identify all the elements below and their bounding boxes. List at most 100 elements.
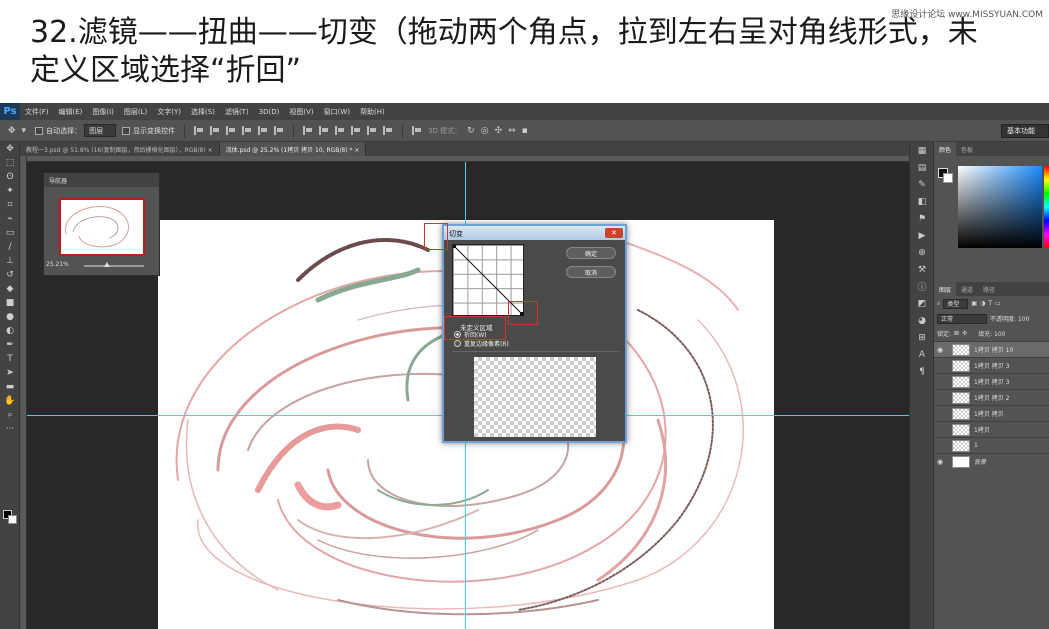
more-tools-icon[interactable]: ··· (0, 422, 20, 436)
3d-scale-icon[interactable]: ▪ (522, 126, 528, 136)
layer-row[interactable]: 1拷贝 拷贝 3 (934, 373, 1049, 389)
menu-help[interactable]: 帮助(H) (355, 107, 390, 117)
distribute-bottom-icon[interactable] (335, 126, 345, 135)
crop-tool-icon[interactable]: ⌗ (0, 198, 20, 212)
filter-shape-icon[interactable]: ▭ (995, 300, 1001, 307)
tab-channels[interactable]: 通道 (956, 282, 978, 296)
eye-icon[interactable]: ◉ (934, 458, 946, 466)
ruler-vertical[interactable] (21, 156, 27, 629)
navigator-icon[interactable]: ⊞ (910, 329, 934, 346)
layer-name[interactable]: 1拷贝 拷贝 (974, 409, 1004, 418)
align-right-icon[interactable] (274, 126, 284, 135)
shear-dialog-title[interactable]: 切变 (444, 226, 625, 240)
path-select-icon[interactable]: ➤ (0, 366, 20, 380)
background-color-swatch[interactable] (8, 515, 17, 524)
blur-tool-icon[interactable]: ● (0, 310, 20, 324)
zoom-tool-icon[interactable]: ⌕ (0, 408, 20, 422)
history-icon[interactable]: ▦ (910, 142, 934, 159)
layer-row[interactable]: ◉ 背景 (934, 453, 1049, 469)
healing-brush-icon[interactable]: ▭ (0, 226, 20, 240)
align-top-icon[interactable] (194, 126, 204, 135)
layer-name[interactable]: 1拷贝 拷贝 10 (974, 345, 1013, 354)
navigator-zoom-slider[interactable] (84, 265, 144, 267)
tab-paths[interactable]: 路径 (978, 282, 1000, 296)
filter-type-icon[interactable]: T (988, 300, 992, 307)
menu-file[interactable]: 文件(F) (20, 107, 54, 117)
menu-type[interactable]: 文字(Y) (152, 107, 186, 117)
3d-pan-icon[interactable]: ✣ (495, 126, 503, 136)
tab-color[interactable]: 颜色 (934, 142, 957, 156)
dodge-tool-icon[interactable]: ◐ (0, 324, 20, 338)
lock-icon[interactable]: ⊠ (954, 330, 959, 337)
distribute-top-icon[interactable] (303, 126, 313, 135)
preview-image[interactable] (474, 357, 596, 437)
menu-window[interactable]: 窗口(W) (319, 107, 355, 117)
opacity-value[interactable]: 不透明度: 100 (990, 314, 1029, 323)
filter-adjust-icon[interactable]: ◑ (980, 300, 985, 307)
layer-row[interactable]: 1 (934, 437, 1049, 453)
menu-filter[interactable]: 滤镜(T) (220, 107, 254, 117)
layer-name[interactable]: 1 (974, 442, 978, 449)
tab-layers[interactable]: 图层 (934, 282, 957, 296)
align-center-icon[interactable] (258, 126, 268, 135)
navigator-zoom-value[interactable]: 25.21% (46, 261, 69, 268)
swatches-icon[interactable]: ◩ (910, 295, 934, 312)
tab-swatches[interactable]: 色板 (956, 142, 978, 156)
navigator-thumbnail[interactable] (59, 198, 145, 256)
lock-position-icon[interactable]: ✣ (962, 330, 967, 337)
workspace-select[interactable]: 基本功能 (1001, 124, 1049, 138)
layer-name[interactable]: 1拷贝 拷贝 2 (974, 393, 1009, 402)
filter-pixel-icon[interactable]: ▣ (971, 300, 977, 307)
panel-background-swatch[interactable] (943, 173, 953, 183)
move-tool-icon[interactable]: ✥ (0, 142, 20, 156)
layer-name[interactable]: 1拷贝 拷贝 3 (974, 361, 1009, 370)
shear-top-handle[interactable] (452, 244, 456, 248)
distribute-center-icon[interactable] (367, 126, 377, 135)
fill-value[interactable]: 填充: 100 (978, 329, 1005, 338)
layer-row[interactable]: 1拷贝 拷贝 (934, 405, 1049, 421)
auto-select-dropdown[interactable]: 图层 (84, 124, 117, 137)
styles-icon[interactable]: ⚑ (910, 210, 934, 227)
blend-mode-select[interactable]: 正常 (937, 313, 987, 324)
layer-name[interactable]: 1拷贝 (974, 425, 990, 434)
info-icon[interactable]: ⓘ (910, 278, 934, 295)
menu-edit[interactable]: 编辑(E) (54, 107, 88, 117)
auto-align-icon[interactable] (412, 126, 422, 135)
menu-layer[interactable]: 图层(L) (119, 107, 152, 117)
color-picker-field[interactable] (958, 166, 1042, 248)
move-tool-icon[interactable]: ✥ (8, 126, 16, 136)
distribute-left-icon[interactable] (351, 126, 361, 135)
adjustments-icon[interactable]: ◧ (910, 193, 934, 210)
history-brush-icon[interactable]: ↺ (0, 268, 20, 282)
magic-wand-icon[interactable]: ✦ (0, 184, 20, 198)
tab-document-2[interactable]: 流体.psd @ 25.2% (1拷贝 拷贝 10, RGB/8) * × (219, 142, 367, 156)
cancel-button[interactable]: 取消 (566, 266, 616, 278)
navigator-title[interactable]: 导航器 (44, 173, 159, 187)
chevron-down-icon[interactable]: ▾ (22, 126, 27, 136)
auto-select-checkbox[interactable] (35, 126, 44, 135)
transform-controls-checkbox[interactable] (122, 126, 131, 135)
tool-presets-icon[interactable]: ⚒ (910, 261, 934, 278)
hand-tool-icon[interactable]: ✋ (0, 394, 20, 408)
type-tool-icon[interactable]: T (0, 352, 20, 366)
layer-row[interactable]: ◉ 1拷贝 拷贝 10 (934, 341, 1049, 357)
brush-tool-icon[interactable]: ∕ (0, 240, 20, 254)
menu-image[interactable]: 图像(I) (87, 107, 119, 117)
ok-button[interactable]: 确定 (566, 247, 616, 259)
layer-name[interactable]: 背景 (974, 457, 986, 466)
distribute-middle-icon[interactable] (319, 126, 329, 135)
3d-roll-icon[interactable]: ◎ (481, 126, 489, 136)
lasso-tool-icon[interactable]: ʘ (0, 170, 20, 184)
menu-3d[interactable]: 3D(D) (254, 108, 285, 116)
layer-row[interactable]: 1拷贝 拷贝 3 (934, 357, 1049, 373)
stamp-tool-icon[interactable]: ⊥ (0, 254, 20, 268)
paragraph-icon[interactable]: ¶ (910, 363, 934, 380)
3d-rotate-icon[interactable]: ↻ (467, 126, 475, 136)
tab-document-1[interactable]: 教程一3.psd @ 51.8% (16(复制图层，然后栅格化图层），RGB/8… (20, 142, 220, 156)
repeat-edge-option[interactable]: 重复边缘像素(R) (454, 339, 509, 348)
actions-icon[interactable]: ▶ (910, 227, 934, 244)
pen-tool-icon[interactable]: ✒ (0, 338, 20, 352)
3d-slide-icon[interactable]: ⇔ (508, 126, 516, 136)
eyedropper-icon[interactable]: ⌁ (0, 212, 20, 226)
layer-name[interactable]: 1拷贝 拷贝 3 (974, 377, 1009, 386)
